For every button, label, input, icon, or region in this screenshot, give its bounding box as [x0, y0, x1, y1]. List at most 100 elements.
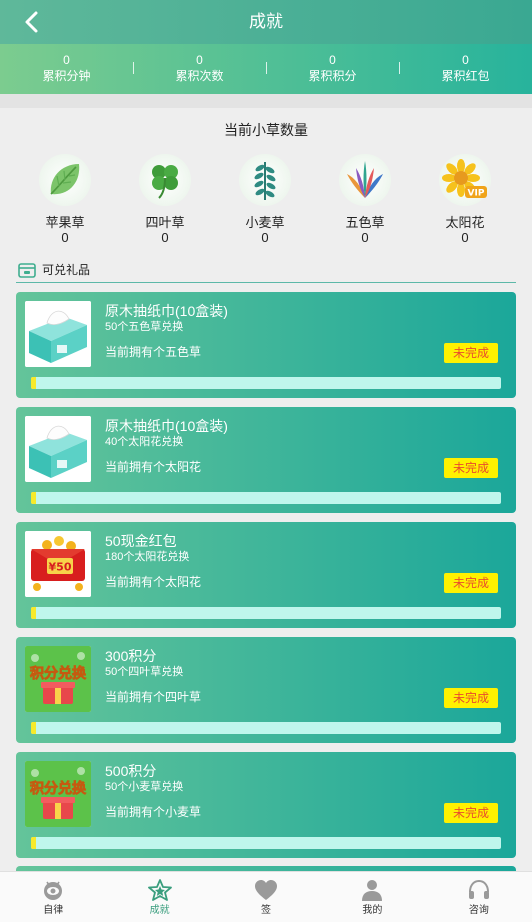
sunflower-vip-icon: VIP	[439, 154, 491, 206]
grass-item-apple: 苹果草 0	[15, 150, 115, 245]
grass-name: 太阳花	[445, 215, 485, 230]
tab-label: 签	[261, 905, 272, 916]
stat-label: 累积次数	[175, 69, 224, 83]
progress-bar	[31, 607, 501, 619]
grass-section-title: 当前小草数量	[224, 122, 308, 138]
stat-label: 累积分钟	[42, 69, 91, 83]
gift-title: 500积分	[105, 763, 157, 779]
status-badge[interactable]: 未完成	[444, 458, 498, 478]
stat-value: 0	[329, 53, 336, 67]
grass-list: 苹果草 0 四叶草 0 小麦草 0 五色草 0 VIP 太阳花 0	[15, 150, 515, 245]
tab-achievement[interactable]: 成就	[106, 872, 212, 922]
gift-requirement: 50个五色草兑换	[105, 321, 184, 333]
progress-fill	[31, 607, 36, 619]
stat-value: 0	[462, 53, 469, 67]
gift-requirement: 50个四叶草兑换	[105, 666, 184, 678]
gift-title: 50现金红包	[105, 533, 177, 549]
gift-requirement: 50个小麦草兑换	[105, 781, 184, 793]
grass-item-five-color: 五色草 0	[315, 150, 415, 245]
progress-fill	[31, 377, 36, 389]
stat-label: 累积积分	[308, 69, 357, 83]
stat-times: 0 累积次数	[133, 44, 266, 94]
gift-owned: 当前拥有个五色草	[105, 345, 202, 359]
five-color-grass-icon	[339, 154, 391, 206]
stats-bar: 0 累积分钟 0 累积次数 0 累积积分 0 累积红包	[0, 44, 532, 94]
progress-fill	[31, 722, 36, 734]
gift-owned: 当前拥有个太阳花	[105, 460, 202, 474]
thumb-label: 积分兑换	[30, 780, 87, 797]
gift-card[interactable]: 积分兑换 500积分 50个小麦草兑换 当前拥有个小麦草 未完成	[16, 752, 516, 858]
status-badge[interactable]: 未完成	[444, 573, 498, 593]
status-badge[interactable]: 未完成	[444, 688, 498, 708]
grass-count: 0	[261, 230, 269, 245]
status-badge[interactable]: 未完成	[444, 343, 498, 363]
progress-fill	[31, 492, 36, 504]
stat-value: 0	[63, 53, 70, 67]
grass-name: 苹果草	[45, 215, 85, 230]
stat-value: 0	[196, 53, 203, 67]
eye-icon	[44, 881, 63, 900]
progress-bar	[31, 377, 501, 389]
progress-fill	[31, 837, 36, 849]
thumb-label: 积分兑换	[30, 665, 87, 682]
gift-requirement: 40个太阳花兑换	[105, 436, 184, 448]
tissue-box-image	[25, 416, 91, 482]
progress-bar	[31, 722, 501, 734]
grass-count: 0	[361, 230, 369, 245]
gift-requirement: 180个太阳花兑换	[105, 551, 190, 563]
page-title: 成就	[249, 12, 283, 31]
star-icon	[147, 879, 172, 901]
gifts-title: 可兑礼品	[42, 263, 91, 277]
grass-name: 四叶草	[145, 215, 185, 230]
stat-label: 累积红包	[441, 69, 490, 83]
gift-shop-icon	[18, 262, 36, 278]
wheat-grass-icon	[239, 154, 291, 206]
headset-icon	[468, 879, 489, 899]
tab-label: 咨询	[468, 905, 489, 916]
points-exchange-image: 积分兑换	[25, 646, 91, 712]
grass-item-wheat: 小麦草 0	[215, 150, 315, 245]
gift-owned: 当前拥有个太阳花	[105, 575, 202, 589]
stat-minutes: 0 累积分钟	[0, 44, 133, 94]
grass-count: 0	[161, 230, 169, 245]
gift-card[interactable]: 积分兑换 300积分 50个四叶草兑换 当前拥有个四叶草 未完成	[16, 637, 516, 743]
progress-bar	[31, 837, 501, 849]
status-badge[interactable]: 未完成	[444, 803, 498, 823]
gift-owned: 当前拥有个四叶草	[105, 690, 202, 704]
gift-card[interactable]: 原木抽纸巾(10盒装) 50个五色草兑换 当前拥有个五色草 未完成	[16, 292, 516, 398]
clover-icon	[139, 154, 191, 206]
section-divider	[0, 94, 532, 108]
stat-points: 0 累积积分	[266, 44, 399, 94]
gift-title: 原木抽纸巾(10盒装)	[105, 418, 228, 434]
heart-icon	[255, 880, 278, 900]
tab-consult[interactable]: 咨询	[426, 872, 532, 922]
tab-label: 自律	[43, 905, 64, 916]
grass-name: 小麦草	[245, 215, 285, 230]
thumb-amount: ¥50	[49, 561, 72, 574]
tab-self-discipline[interactable]: 自律	[0, 872, 106, 922]
grass-item-sunflower: VIP 太阳花 0	[415, 150, 515, 245]
tissue-box-image	[25, 301, 91, 367]
tab-label: 我的	[362, 905, 383, 916]
stat-red-packets: 0 累积红包	[399, 44, 532, 94]
gift-title: 300积分	[105, 648, 157, 664]
progress-bar	[31, 492, 501, 504]
grass-count: 0	[61, 230, 69, 245]
grass-item-clover: 四叶草 0	[115, 150, 215, 245]
tab-sign[interactable]: 签	[213, 872, 319, 922]
gifts-divider	[16, 282, 516, 283]
leaf-icon	[39, 154, 91, 206]
gifts-header: 可兑礼品	[18, 261, 90, 278]
gift-owned: 当前拥有个小麦草	[105, 805, 202, 819]
points-exchange-image: 积分兑换	[25, 761, 91, 827]
tab-label: 成就	[149, 905, 170, 916]
grass-count: 0	[461, 230, 469, 245]
gift-card[interactable]: 原木抽纸巾(10盒装) 40个太阳花兑换 当前拥有个太阳花 未完成	[16, 407, 516, 513]
svg-text:VIP: VIP	[468, 189, 485, 199]
gift-card[interactable]: ¥50 50现金红包 180个太阳花兑换 当前拥有个太阳花 未完成	[16, 522, 516, 628]
tab-mine[interactable]: 我的	[319, 872, 425, 922]
person-icon	[362, 880, 383, 901]
red-envelope-image: ¥50	[25, 531, 91, 597]
gift-title: 原木抽纸巾(10盒装)	[105, 303, 228, 319]
grass-name: 五色草	[345, 215, 385, 230]
